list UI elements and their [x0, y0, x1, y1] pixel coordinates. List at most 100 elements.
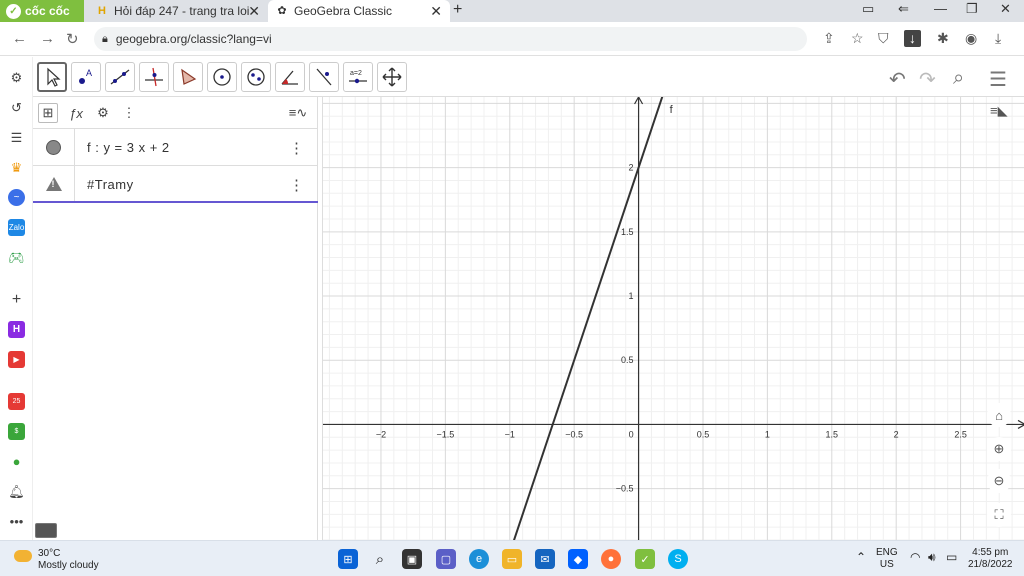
game-icon[interactable]: 🎮︎: [8, 249, 25, 266]
point-tool-button[interactable]: A: [71, 62, 101, 92]
back-tab-icon[interactable]: ⇐: [898, 1, 909, 17]
shield-icon[interactable]: ⛉: [878, 30, 889, 47]
restore-icon[interactable]: ❐: [966, 1, 978, 17]
toggle-graphics-icon[interactable]: ≡∿: [285, 103, 311, 123]
style-bar-toggle-icon[interactable]: ≡◣: [990, 103, 1020, 127]
move-view-icon: [382, 67, 402, 87]
row-menu-icon[interactable]: ⋮: [289, 139, 304, 157]
tab-hoidap247[interactable]: H Hỏi đáp 247 - trang tra loi ✕: [88, 0, 268, 22]
zalo-icon[interactable]: Zalo: [8, 219, 25, 236]
algebra-more-icon[interactable]: ⋮: [119, 103, 139, 123]
algebra-expression[interactable]: f : y = 3 x + 2: [87, 140, 170, 155]
zoom-out-icon[interactable]: ⊖: [987, 469, 1011, 493]
messenger-icon[interactable]: ~: [8, 189, 25, 206]
download-indicator-icon[interactable]: ↓: [904, 30, 921, 47]
notes-icon[interactable]: ☰: [8, 129, 25, 146]
keyboard-icon[interactable]: [35, 523, 57, 538]
minimize-icon[interactable]: —: [934, 1, 947, 16]
algebra-input[interactable]: #Tramy: [87, 177, 134, 192]
shop-icon[interactable]: 25: [8, 393, 25, 410]
redo-icon[interactable]: ↷: [919, 67, 936, 92]
weather-widget[interactable]: 30°C Mostly cloudy: [14, 548, 99, 572]
slider-tool-button[interactable]: a=2: [343, 62, 373, 92]
mail-icon[interactable]: ✉: [535, 549, 555, 569]
graphics-view[interactable]: −2 −1.5 −1 −0.5 0 0.5 1 1.5 2 2.5 2 1.5 1 0.5 −0.5 f ≡◣…: [322, 97, 1024, 540]
reflect-tool-button[interactable]: [309, 62, 339, 92]
close-tab-icon[interactable]: ✕: [248, 3, 260, 20]
more-icon[interactable]: •••: [8, 513, 25, 530]
extensions-icon[interactable]: ✱: [937, 30, 949, 47]
skype-icon[interactable]: S: [668, 549, 688, 569]
algebra-header: ⊞ ƒx ⚙ ⋮ ≡∿: [33, 97, 318, 129]
undo-icon[interactable]: ↶: [889, 67, 906, 92]
home-icon[interactable]: ⌂: [987, 403, 1011, 427]
history-icon[interactable]: ↺: [8, 99, 25, 116]
bookmark-star-icon[interactable]: ☆: [851, 30, 864, 47]
tab-geogebra[interactable]: ✿ GeoGebra Classic ✕: [268, 0, 450, 22]
visibility-toggle[interactable]: [33, 129, 75, 165]
error-marker[interactable]: !: [33, 166, 75, 201]
url-input[interactable]: 🔒︎ geogebra.org/classic?lang=vi: [94, 27, 807, 51]
search-icon[interactable]: ⌕: [953, 67, 964, 90]
back-icon[interactable]: ←: [12, 30, 27, 47]
warning-icon: !: [45, 176, 62, 191]
language-indicator[interactable]: ENG US: [876, 547, 898, 571]
file-explorer-icon[interactable]: ▭: [502, 549, 522, 569]
fx-icon[interactable]: ƒx: [66, 103, 86, 123]
menu-icon[interactable]: ☰: [989, 67, 1007, 92]
point-icon: A: [79, 68, 92, 84]
forward-icon[interactable]: →: [40, 30, 55, 47]
close-tab-icon[interactable]: ✕: [430, 3, 442, 20]
battery-icon[interactable]: ▭: [946, 551, 957, 563]
crown-icon[interactable]: ♛: [8, 159, 25, 176]
y-tick-label: 2: [629, 163, 634, 173]
tray-chevron-icon[interactable]: ⌃: [856, 551, 866, 563]
chat-icon[interactable]: ●: [8, 453, 25, 470]
gear-icon[interactable]: ⚙: [93, 103, 113, 123]
firefox-icon[interactable]: ●: [601, 549, 621, 569]
ellipse-tool-button[interactable]: [241, 62, 271, 92]
settings-icon[interactable]: ⚙: [8, 69, 25, 86]
browser-brand[interactable]: ✓ cốc cốc: [0, 0, 84, 22]
edge-icon[interactable]: e: [469, 549, 489, 569]
row-menu-icon[interactable]: ⋮: [289, 176, 304, 194]
algebra-input-row[interactable]: ! #Tramy ⋮: [33, 166, 318, 203]
windows-start-icon[interactable]: ⊞: [338, 549, 358, 569]
cloud-sun-icon: [14, 550, 32, 562]
angle-tool-button[interactable]: [275, 62, 305, 92]
url-text: geogebra.org/classic?lang=vi: [115, 32, 272, 46]
bell-icon[interactable]: 🔔︎: [8, 483, 25, 500]
close-window-icon[interactable]: ✕: [1000, 1, 1011, 17]
circle-tool-button[interactable]: [207, 62, 237, 92]
algebra-tree-icon[interactable]: ⊞: [38, 103, 58, 123]
youtube-icon[interactable]: ▶: [8, 351, 25, 368]
add-icon[interactable]: +: [8, 291, 25, 308]
volume-icon[interactable]: 🔊︎: [928, 551, 936, 563]
dropbox-icon[interactable]: ◆: [568, 549, 588, 569]
wifi-icon[interactable]: ◠: [910, 551, 920, 563]
reading-mode-icon[interactable]: ▭: [862, 1, 874, 17]
clock[interactable]: 4:55 pm 21/8/2022: [968, 547, 1013, 571]
taskbar-search-icon[interactable]: ⌕: [370, 549, 390, 569]
polygon-tool-button[interactable]: [173, 62, 203, 92]
perpendicular-tool-button[interactable]: [139, 62, 169, 92]
line-tool-button[interactable]: [105, 62, 135, 92]
weather-desc: Mostly cloudy: [38, 560, 99, 571]
algebra-row[interactable]: f : y = 3 x + 2 ⋮: [33, 129, 318, 166]
reload-icon[interactable]: ↻: [66, 30, 79, 48]
hoidap-icon[interactable]: H: [8, 321, 25, 338]
profile-icon[interactable]: ◉: [965, 30, 977, 47]
graph-canvas[interactable]: −2 −1.5 −1 −0.5 0 0.5 1 1.5 2 2.5 2 1.5 1 0.5 −0.5 f: [323, 97, 1024, 540]
x-tick-label: −2: [376, 429, 386, 439]
new-tab-icon[interactable]: +: [453, 1, 462, 19]
share-icon[interactable]: ⇪: [823, 30, 835, 47]
zoom-in-icon[interactable]: ⊕: [987, 437, 1011, 461]
task-view-icon[interactable]: ▣: [402, 549, 422, 569]
promo-icon[interactable]: $: [8, 423, 25, 440]
teams-chat-icon[interactable]: ▢: [436, 549, 456, 569]
downloads-icon[interactable]: ⤓: [995, 30, 1001, 47]
move-view-tool-button[interactable]: [377, 62, 407, 92]
coccoc-taskbar-icon[interactable]: ✓: [635, 549, 655, 569]
move-tool-button[interactable]: [37, 62, 67, 92]
fullscreen-icon[interactable]: ⛶: [987, 503, 1011, 527]
